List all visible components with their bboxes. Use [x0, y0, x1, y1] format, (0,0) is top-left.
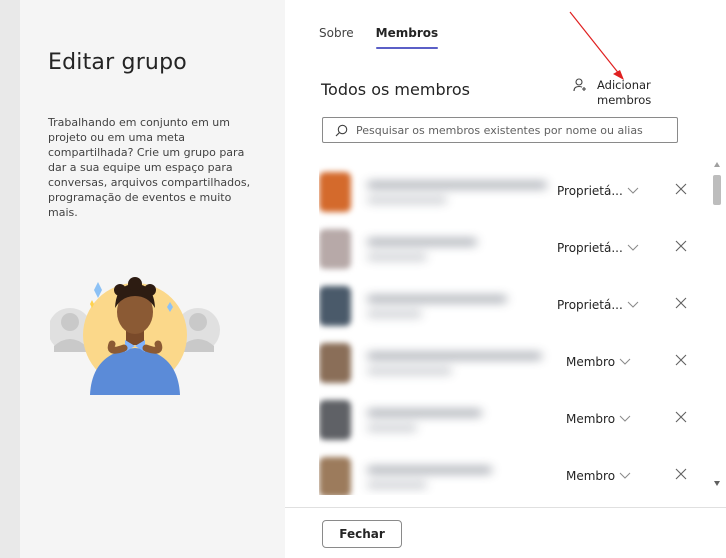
group-illustration	[50, 277, 220, 395]
remove-member-icon[interactable]	[674, 353, 688, 367]
members-list: Proprietá... Proprietá... Proprietá... M…	[319, 162, 699, 495]
tab-membros[interactable]: Membros	[375, 26, 439, 49]
left-panel: Editar grupo Trabalhando em conjunto em …	[20, 0, 285, 558]
member-row: Proprietá...	[319, 278, 699, 335]
member-row: Membro	[319, 335, 699, 392]
member-search-box[interactable]	[322, 117, 678, 143]
scroll-down-arrow	[714, 481, 720, 486]
tab-bar: Sobre Membros	[319, 26, 439, 49]
member-row: Proprietá...	[319, 164, 699, 221]
members-panel: Sobre Membros Todos os membros Adicionar…	[285, 0, 726, 558]
chevron-down-icon	[627, 244, 639, 251]
member-name-blurred	[337, 164, 567, 221]
member-role-dropdown[interactable]: Proprietá...	[557, 241, 639, 255]
remove-member-icon[interactable]	[674, 410, 688, 424]
chevron-down-icon	[619, 358, 631, 365]
add-members-button[interactable]: Adicionar membros	[573, 78, 667, 108]
person-add-icon	[573, 78, 586, 92]
member-role-label: Proprietá...	[557, 298, 623, 312]
chevron-down-icon	[619, 472, 631, 479]
scroll-thumb	[713, 175, 721, 205]
member-name-blurred	[337, 278, 567, 335]
member-role-dropdown[interactable]: Proprietá...	[557, 298, 639, 312]
member-role-dropdown[interactable]: Membro	[566, 469, 631, 483]
member-name-blurred	[337, 335, 567, 392]
tab-sobre[interactable]: Sobre	[319, 26, 354, 40]
edit-group-dialog: Editar grupo Trabalhando em conjunto em …	[20, 0, 726, 558]
footer-divider	[285, 507, 726, 508]
close-button[interactable]: Fechar	[322, 520, 402, 548]
search-icon	[335, 124, 348, 136]
member-role-label: Membro	[566, 412, 616, 426]
chevron-down-icon	[619, 415, 631, 422]
member-role-label: Membro	[566, 469, 616, 483]
member-role-dropdown[interactable]: Proprietá...	[557, 184, 639, 198]
dialog-description: Trabalhando em conjunto em um projeto ou…	[48, 116, 251, 219]
member-row: Membro	[319, 449, 699, 495]
member-name-blurred	[337, 221, 567, 278]
dialog-title: Editar grupo	[48, 50, 187, 75]
members-section-title: Todos os membros	[321, 80, 470, 99]
add-members-label: Adicionar membros	[597, 78, 652, 107]
member-role-label: Membro	[566, 355, 616, 369]
member-role-label: Proprietá...	[557, 184, 623, 198]
member-name-blurred	[337, 392, 567, 449]
chevron-down-icon	[627, 187, 639, 194]
scroll-up-arrow	[714, 162, 720, 167]
remove-member-icon[interactable]	[674, 239, 688, 253]
remove-member-icon[interactable]	[674, 182, 688, 196]
member-search-input[interactable]	[354, 122, 658, 138]
member-role-dropdown[interactable]: Membro	[566, 412, 631, 426]
member-row: Proprietá...	[319, 221, 699, 278]
member-name-blurred	[337, 449, 567, 495]
chevron-down-icon	[627, 301, 639, 308]
remove-member-icon[interactable]	[674, 296, 688, 310]
remove-member-icon[interactable]	[674, 467, 688, 481]
member-row: Membro	[319, 392, 699, 449]
members-scrollbar[interactable]	[712, 160, 722, 493]
member-role-dropdown[interactable]: Membro	[566, 355, 631, 369]
member-role-label: Proprietá...	[557, 241, 623, 255]
